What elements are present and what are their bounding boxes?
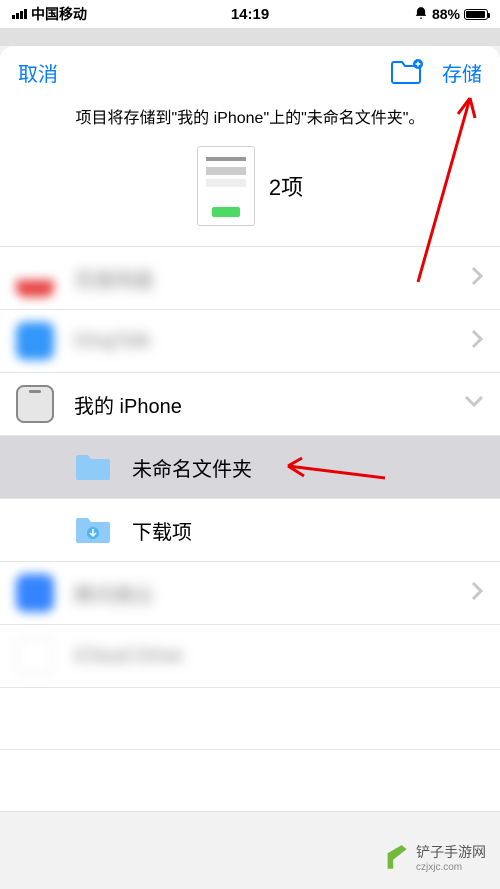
preview-row: 2项: [0, 140, 500, 246]
location-row-my-iphone[interactable]: 我的 iPhone: [0, 373, 500, 436]
empty-row: [0, 688, 500, 750]
app-icon: [16, 637, 54, 675]
item-count: 2项: [269, 170, 303, 202]
signal-icon: [12, 9, 27, 19]
chevron-right-icon: [471, 329, 484, 354]
watermark-name: 铲子手游网: [416, 842, 486, 862]
folder-label: 未命名文件夹: [132, 453, 484, 482]
location-row[interactable]: 百度网盘: [0, 247, 500, 310]
location-row[interactable]: DingTalk: [0, 310, 500, 373]
battery-icon: [464, 9, 488, 20]
carrier-label: 中国移动: [31, 4, 87, 24]
battery-percent: 88%: [432, 6, 460, 22]
save-sheet: 取消 存储 项目将存储到"我的 iPhone"上的"未命名文件夹"。 2项 百度…: [0, 46, 500, 812]
folder-row-downloads[interactable]: 下载项: [0, 499, 500, 562]
chevron-right-icon: [471, 266, 484, 291]
cancel-button[interactable]: 取消: [18, 58, 58, 87]
folder-icon: [74, 452, 112, 482]
app-icon: [16, 322, 54, 360]
location-list: 百度网盘 DingTalk 我的 iPhone 未命名文件夹 下载项: [0, 246, 500, 812]
sheet-header: 取消 存储: [0, 46, 500, 98]
location-label: iCloud Drive: [74, 645, 484, 668]
location-label: 百度网盘: [74, 264, 471, 293]
save-button[interactable]: 存储: [442, 58, 482, 87]
info-text: 项目将存储到"我的 iPhone"上的"未命名文件夹"。: [0, 98, 500, 140]
empty-row: [0, 750, 500, 812]
chevron-right-icon: [471, 581, 484, 606]
folder-row-unnamed[interactable]: 未命名文件夹: [0, 436, 500, 499]
location-label: 腾讯微云: [74, 579, 471, 608]
app-icon: [16, 259, 54, 297]
app-icon: [16, 574, 54, 612]
watermark-url: czjxjc.com: [416, 862, 486, 873]
alarm-icon: [414, 6, 428, 23]
new-folder-icon[interactable]: [390, 55, 424, 89]
watermark-logo-icon: [382, 844, 410, 872]
iphone-icon: [16, 385, 54, 423]
location-label: DingTalk: [74, 330, 471, 353]
folder-label: 下载项: [132, 516, 484, 545]
location-row[interactable]: 腾讯微云: [0, 562, 500, 625]
folder-icon: [74, 515, 112, 545]
location-label: 我的 iPhone: [74, 390, 464, 419]
chevron-down-icon: [464, 395, 484, 413]
status-time: 14:19: [231, 6, 269, 23]
location-row[interactable]: iCloud Drive: [0, 625, 500, 688]
watermark: 铲子手游网 czjxjc.com: [382, 842, 486, 873]
status-bar: 中国移动 14:19 88%: [0, 0, 500, 28]
preview-thumbnail: [197, 146, 255, 226]
sheet-backdrop: [0, 28, 500, 46]
